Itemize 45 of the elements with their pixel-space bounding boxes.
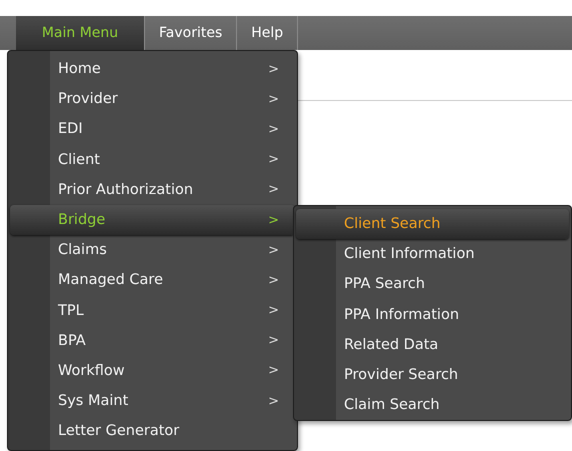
menu-item[interactable]: PPA Information: [296, 300, 569, 330]
menu-tab[interactable]: Main Menu: [16, 16, 145, 50]
menu-item[interactable]: Workflow >: [10, 356, 295, 386]
menu-item[interactable]: Prior Authorization >: [10, 174, 295, 205]
menu-item-label: Workflow: [58, 362, 126, 379]
menu-item-label: Sys Maint: [58, 393, 130, 410]
menu-item[interactable]: TPL >: [10, 296, 295, 326]
menu-item-label: Provider: [58, 91, 119, 108]
menu-item[interactable]: BPA >: [10, 326, 295, 356]
submenu-arrow: >: [268, 272, 279, 288]
menu-item-label: Managed Care: [58, 272, 164, 288]
menu-item[interactable]: EDI >: [10, 114, 295, 145]
menu-item[interactable]: Bridge >: [10, 204, 295, 236]
menu-item[interactable]: Home >: [10, 54, 295, 84]
submenu-arrow: >: [268, 242, 279, 258]
menu-item[interactable]: Managed Care >: [10, 265, 295, 296]
submenu-arrow: >: [268, 394, 279, 409]
submenu-arrow: >: [268, 92, 279, 107]
menu-item-label: Client: [58, 152, 101, 168]
menu-item[interactable]: Letter Generator: [10, 416, 295, 446]
menu-item-label: BPA: [58, 332, 87, 349]
menu-item-label: Prior Authorization: [58, 182, 194, 198]
submenu-arrow: >: [268, 333, 279, 348]
menu-item-label: Claims: [58, 242, 108, 258]
menu-item[interactable]: Client >: [10, 144, 295, 175]
menu-item[interactable]: Claim Search: [296, 390, 569, 420]
menu-item[interactable]: Provider >: [10, 84, 295, 114]
submenu-arrow: >: [268, 122, 279, 137]
submenu-arrow: >: [268, 363, 279, 378]
menu-item-label: TPL: [58, 302, 85, 319]
submenu-arrow: >: [268, 182, 279, 198]
menu-item[interactable]: Provider Search: [296, 360, 569, 390]
menu-item-label: EDI: [58, 121, 84, 138]
menu-item[interactable]: Sys Maint >: [10, 386, 295, 416]
menu-item-label: Bridge: [58, 212, 106, 228]
menu-item-label: Home: [58, 61, 102, 78]
submenu-arrow: >: [268, 212, 279, 228]
menu-item[interactable]: Client Search: [296, 209, 569, 240]
submenu-arrow: >: [268, 62, 279, 77]
menu-item[interactable]: Related Data: [296, 330, 569, 360]
menu-item[interactable]: Claims >: [10, 235, 295, 266]
submenu-arrow: >: [268, 152, 279, 168]
submenu-arrow: >: [268, 303, 279, 318]
menu-item[interactable]: Client Information: [296, 239, 569, 270]
menu-item[interactable]: PPA Search: [296, 269, 569, 300]
